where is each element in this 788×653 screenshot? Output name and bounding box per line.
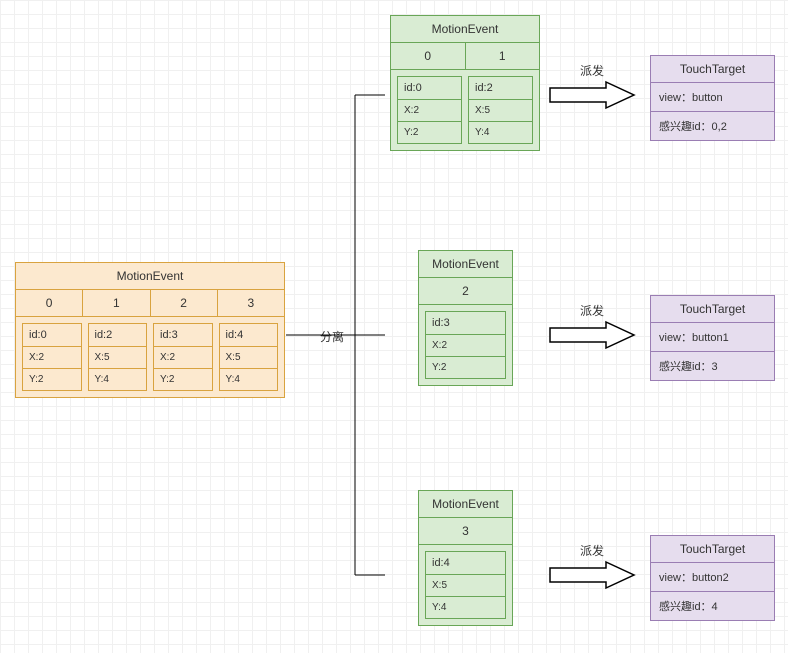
pointer-y: Y:2 [398,122,461,143]
pointer-id: id:2 [469,77,532,100]
source-title: MotionEvent [16,263,284,290]
pointer: id:2 X:5 Y:4 [468,76,533,144]
index-cell: 1 [466,43,540,70]
pointer-y: Y:2 [426,357,505,378]
split-indices: 0 1 [391,43,539,70]
split-title: MotionEvent [391,16,539,43]
source-indices: 0 1 2 3 [16,290,284,317]
touchtarget-0: TouchTarget view：button 感兴趣id：0,2 [650,55,775,141]
split-pointers: id:0 X:2 Y:2 id:2 X:5 Y:4 [391,70,539,150]
pointer-y: Y:2 [154,369,212,390]
pointer: id:3 X:2 Y:2 [425,311,506,379]
pointer-y: Y:4 [220,369,278,390]
index-cell: 3 [419,518,512,545]
pointer-id: id:0 [23,324,81,347]
pointer: id:4 X:5 Y:4 [425,551,506,619]
pointer-id: id:0 [398,77,461,100]
split-label: 分离 [320,328,344,345]
index-cell: 2 [151,290,218,317]
pointer-x: X:5 [89,347,147,369]
pointer-y: Y:4 [89,369,147,390]
pointer: id:0 X:2 Y:2 [397,76,462,144]
dispatch-label-2: 派发 [580,542,604,559]
pointer: id:4 X:5 Y:4 [219,323,279,391]
pointer: id:2 X:5 Y:4 [88,323,148,391]
touchtarget-ids: 感兴趣id：3 [651,352,774,380]
split-motionevent-1: MotionEvent 2 id:3 X:2 Y:2 [418,250,513,386]
split-indices: 3 [419,518,512,545]
touchtarget-view: view：button1 [651,323,774,352]
pointer-id: id:4 [426,552,505,575]
source-motionevent: MotionEvent 0 1 2 3 id:0 X:2 Y:2 id:2 X:… [15,262,285,398]
touchtarget-ids: 感兴趣id：0,2 [651,112,774,140]
dispatch-arrow-1 [548,320,638,350]
pointer-id: id:2 [89,324,147,347]
index-cell: 1 [83,290,150,317]
index-cell: 0 [391,43,466,70]
touchtarget-title: TouchTarget [651,536,774,563]
split-title: MotionEvent [419,251,512,278]
split-pointers: id:4 X:5 Y:4 [419,545,512,625]
pointer: id:0 X:2 Y:2 [22,323,82,391]
index-cell: 0 [16,290,83,317]
touchtarget-view: view：button [651,83,774,112]
pointer-x: X:2 [23,347,81,369]
pointer-x: X:2 [426,335,505,357]
split-indices: 2 [419,278,512,305]
split-motionevent-0: MotionEvent 0 1 id:0 X:2 Y:2 id:2 X:5 Y:… [390,15,540,151]
pointer-y: Y:4 [426,597,505,618]
pointer-x: X:2 [398,100,461,122]
pointer-id: id:3 [426,312,505,335]
split-motionevent-2: MotionEvent 3 id:4 X:5 Y:4 [418,490,513,626]
pointer-x: X:5 [469,100,532,122]
dispatch-arrow-2 [548,560,638,590]
split-pointers: id:3 X:2 Y:2 [419,305,512,385]
touchtarget-1: TouchTarget view：button1 感兴趣id：3 [650,295,775,381]
touchtarget-title: TouchTarget [651,296,774,323]
dispatch-label-1: 派发 [580,302,604,319]
touchtarget-view: view：button2 [651,563,774,592]
index-cell: 2 [419,278,512,305]
pointer-id: id:4 [220,324,278,347]
source-pointers: id:0 X:2 Y:2 id:2 X:5 Y:4 id:3 X:2 Y:2 i… [16,317,284,397]
pointer-y: Y:2 [23,369,81,390]
touchtarget-ids: 感兴趣id：4 [651,592,774,620]
touchtarget-2: TouchTarget view：button2 感兴趣id：4 [650,535,775,621]
index-cell: 3 [218,290,284,317]
pointer-x: X:2 [154,347,212,369]
split-title: MotionEvent [419,491,512,518]
pointer-x: X:5 [426,575,505,597]
dispatch-label-0: 派发 [580,62,604,79]
pointer: id:3 X:2 Y:2 [153,323,213,391]
pointer-y: Y:4 [469,122,532,143]
pointer-id: id:3 [154,324,212,347]
pointer-x: X:5 [220,347,278,369]
touchtarget-title: TouchTarget [651,56,774,83]
dispatch-arrow-0 [548,80,638,110]
